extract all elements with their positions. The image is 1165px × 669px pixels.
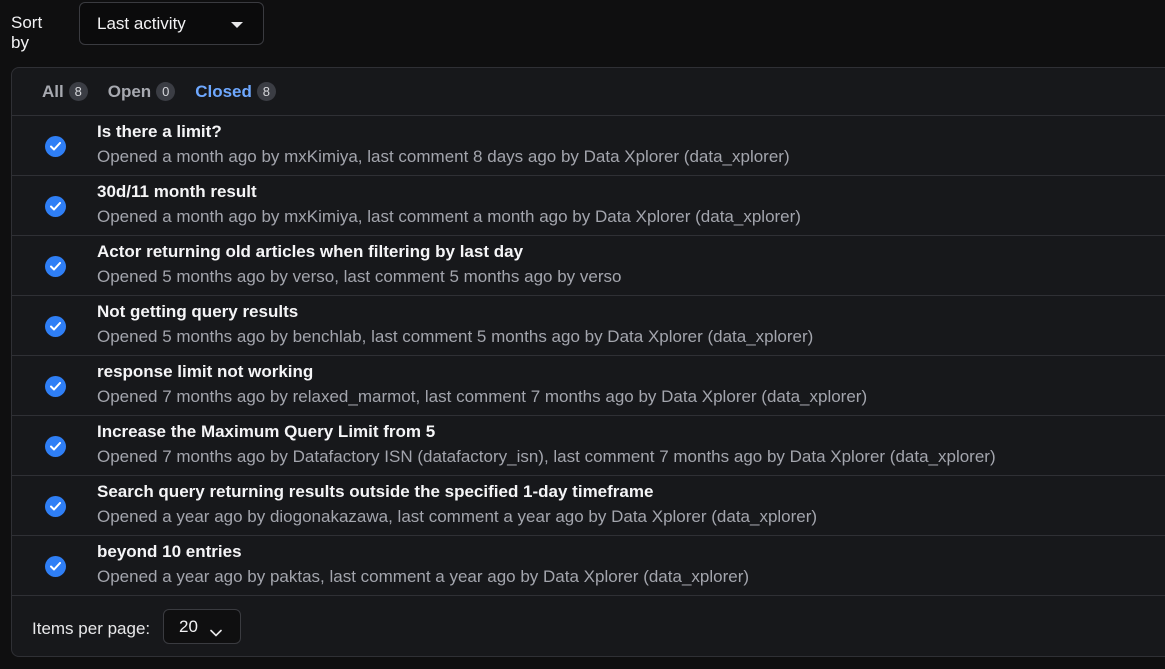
check-circle-icon — [45, 256, 66, 277]
issue-row[interactable]: Actor returning old articles when filter… — [12, 236, 1165, 296]
check-circle-icon — [45, 496, 66, 517]
issue-title[interactable]: Search query returning results outside t… — [97, 482, 653, 502]
issue-row[interactable]: Not getting query results Opened 5 month… — [12, 296, 1165, 356]
sort-label: Sort by — [11, 13, 43, 52]
tab-closed-count: 8 — [256, 82, 276, 101]
tab-open-count: 0 — [156, 82, 176, 101]
chevron-down-icon — [210, 622, 222, 642]
issue-title[interactable]: Increase the Maximum Query Limit from 5 — [97, 422, 435, 442]
issue-title[interactable]: beyond 10 entries — [97, 542, 242, 562]
issue-row[interactable]: Is there a limit? Opened a month ago by … — [12, 116, 1165, 176]
items-per-page-value: 20 — [179, 616, 198, 636]
caret-down-icon — [231, 22, 243, 28]
tab-open-label: Open — [107, 81, 152, 101]
issue-meta: Opened a year ago by paktas, last commen… — [97, 567, 750, 586]
issue-row[interactable]: Search query returning results outside t… — [12, 476, 1165, 536]
issue-title[interactable]: Actor returning old articles when filter… — [97, 242, 523, 262]
issue-row[interactable]: beyond 10 entries Opened a year ago by p… — [12, 536, 1165, 596]
pagination-footer: Items per page: 20 — [12, 602, 1165, 656]
tab-all-count: 8 — [68, 82, 88, 101]
issue-meta: Opened 5 months ago by benchlab, last co… — [97, 327, 814, 346]
issues-panel: All 8 Open 0 Closed 8 Is there a limit? … — [11, 67, 1165, 657]
check-circle-icon — [45, 556, 66, 577]
tab-all-label: All — [42, 81, 64, 101]
tab-all[interactable]: All 8 — [42, 82, 88, 102]
issue-title[interactable]: Is there a limit? — [97, 122, 222, 142]
issue-title[interactable]: 30d/11 month result — [97, 182, 257, 202]
issue-list: Is there a limit? Opened a month ago by … — [12, 116, 1165, 596]
issue-meta: Opened a month ago by mxKimiya, last com… — [97, 207, 801, 226]
issue-meta: Opened 7 months ago by relaxed_marmot, l… — [97, 387, 868, 406]
issue-meta: Opened 7 months ago by Datafactory ISN (… — [97, 447, 996, 466]
sort-dropdown[interactable]: Last activity — [79, 2, 264, 45]
check-circle-icon — [45, 436, 66, 457]
issue-meta: Opened a year ago by diogonakazawa, last… — [97, 507, 818, 526]
check-circle-icon — [45, 316, 66, 337]
issue-filter-tabs: All 8 Open 0 Closed 8 — [12, 68, 1165, 116]
check-circle-icon — [45, 376, 66, 397]
issue-title[interactable]: Not getting query results — [97, 302, 298, 322]
issue-row[interactable]: Increase the Maximum Query Limit from 5 … — [12, 416, 1165, 476]
check-circle-icon — [45, 136, 66, 157]
check-circle-icon — [45, 196, 66, 217]
issue-row[interactable]: 30d/11 month result Opened a month ago b… — [12, 176, 1165, 236]
items-per-page-dropdown[interactable]: 20 — [163, 609, 241, 644]
tab-closed[interactable]: Closed 8 — [195, 82, 276, 102]
tab-open[interactable]: Open 0 — [107, 81, 176, 102]
items-per-page-label: Items per page: — [32, 619, 151, 638]
issue-title[interactable]: response limit not working — [97, 362, 313, 382]
issue-meta: Opened a month ago by mxKimiya, last com… — [97, 147, 790, 166]
issue-row[interactable]: response limit not working Opened 7 mont… — [12, 356, 1165, 416]
issue-meta: Opened 5 months ago by verso, last comme… — [97, 267, 622, 286]
tab-closed-label: Closed — [195, 81, 252, 101]
sort-value: Last activity — [97, 13, 186, 33]
